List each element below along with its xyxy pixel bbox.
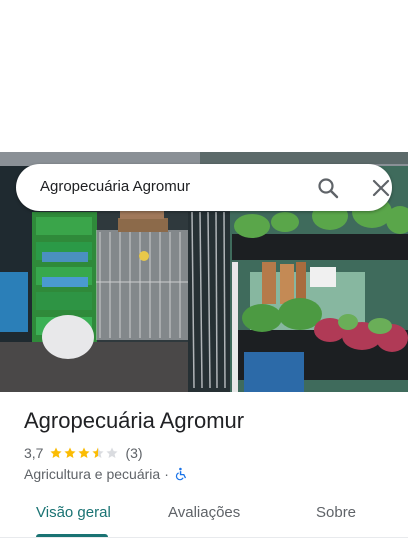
- close-icon[interactable]: [369, 176, 393, 200]
- tab-about[interactable]: Sobre: [316, 504, 356, 521]
- map-area-blank: [0, 0, 408, 152]
- place-category: Agricultura e pecuária: [24, 466, 161, 482]
- tab-reviews[interactable]: Avaliações: [168, 504, 240, 521]
- place-tabs: Visão geral Avaliações Sobre: [0, 494, 408, 538]
- search-bar[interactable]: Agropecuária Agromur: [16, 164, 392, 211]
- rating-row[interactable]: 3,7 (3): [24, 444, 143, 462]
- star-icon: [78, 447, 91, 458]
- search-icon[interactable]: [316, 176, 340, 200]
- rating-value: 3,7: [24, 445, 44, 461]
- star-empty-icon: [106, 447, 119, 458]
- tab-overview[interactable]: Visão geral: [36, 504, 111, 521]
- tabs-divider: [0, 537, 408, 538]
- rating-stars: [49, 446, 119, 460]
- place-title: Agropecuária Agromur: [24, 408, 245, 433]
- wheelchair-icon[interactable]: [174, 467, 188, 481]
- category-row: Agricultura e pecuária ·: [24, 465, 188, 483]
- category-separator: ·: [164, 466, 169, 482]
- star-icon: [64, 447, 77, 458]
- review-count[interactable]: (3): [125, 445, 142, 461]
- search-input[interactable]: Agropecuária Agromur: [40, 178, 190, 195]
- star-icon: [50, 447, 63, 458]
- star-half-icon: [92, 447, 105, 458]
